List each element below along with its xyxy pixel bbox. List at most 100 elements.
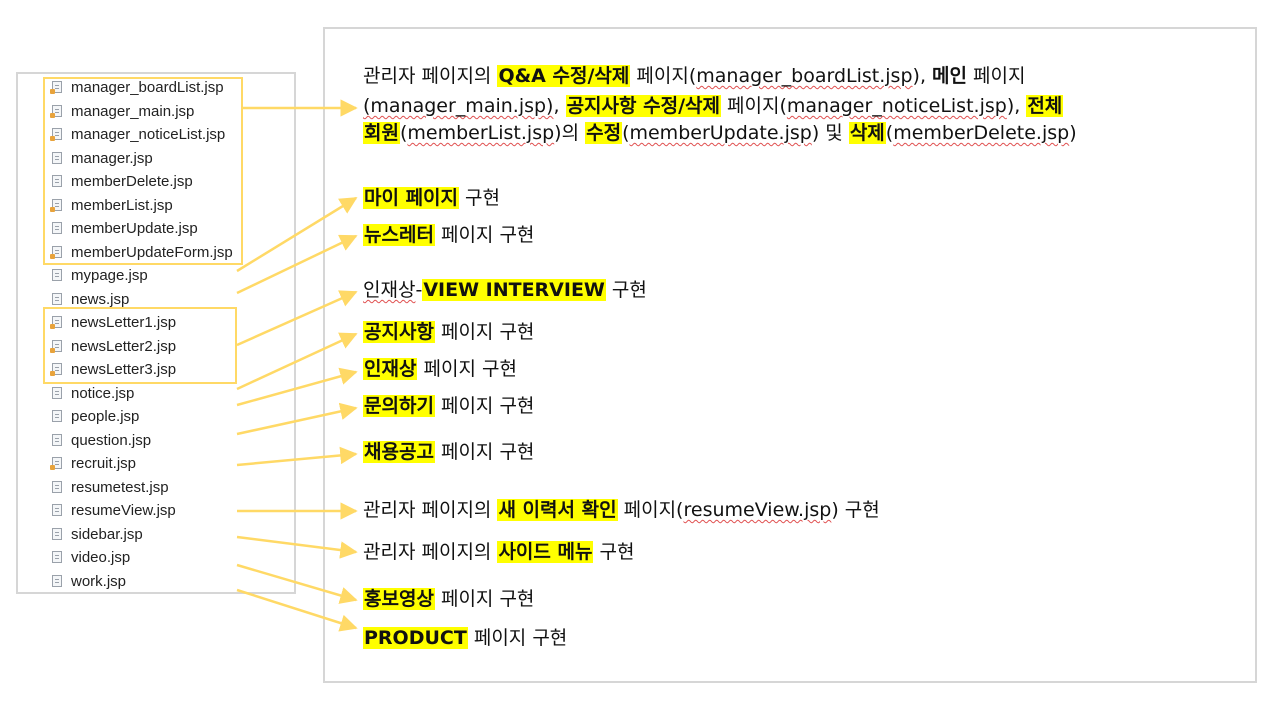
highlight-text: 공지사항 수정/삭제 xyxy=(565,95,721,117)
description-newsletter: 뉴스레터 페이지 구현 xyxy=(363,223,534,247)
file-item[interactable]: recruit.jsp xyxy=(50,453,136,475)
file-name: memberList.jsp xyxy=(71,196,173,214)
file-name: newsLetter1.jsp xyxy=(71,314,177,331)
file-item[interactable]: mypage.jsp xyxy=(52,265,148,287)
file-name: memberDelete.jsp xyxy=(71,173,193,190)
text-segment: (manager_main.jsp) xyxy=(363,95,554,117)
modified-jsp-file-icon xyxy=(50,363,62,376)
modified-jsp-file-icon xyxy=(50,198,62,212)
modified-jsp-file-icon xyxy=(50,128,62,141)
text-segment: 구현 xyxy=(605,279,647,301)
file-item[interactable]: newsLetter1.jsp xyxy=(50,312,177,334)
text-segment: memberDelete.jsp xyxy=(893,122,1070,144)
file-name: sidebar.jsp xyxy=(71,525,143,543)
description-people: 인재상 페이지 구현 xyxy=(363,357,517,381)
text-segment: 페이지 구현 xyxy=(417,358,517,380)
file-item[interactable]: news.jsp xyxy=(52,289,129,311)
text-segment: resumeView.jsp xyxy=(683,499,832,521)
file-item[interactable]: manager.jsp xyxy=(52,148,153,170)
description-recruit: 채용공고 페이지 구현 xyxy=(363,440,534,464)
file-item[interactable]: manager_main.jsp xyxy=(50,101,194,123)
description-sidebar: 관리자 페이지의 사이드 메뉴 구현 xyxy=(363,540,634,564)
modified-jsp-file-icon xyxy=(50,339,62,353)
file-item[interactable]: newsLetter2.jsp xyxy=(50,336,176,358)
highlight-text: 회원 xyxy=(363,122,400,144)
file-name: resumetest.jsp xyxy=(71,478,169,496)
highlight-text: 삭제 xyxy=(848,122,886,144)
highlight-text: 문의하기 xyxy=(363,395,435,417)
jsp-file-icon xyxy=(52,410,62,422)
file-name: manager_boardList.jsp xyxy=(71,79,224,96)
text-segment: 페이지 구현 xyxy=(434,588,535,610)
file-name: memberUpdate.jsp xyxy=(71,220,198,237)
highlight-text: VIEW INTERVIEW xyxy=(422,279,606,301)
jsp-file-icon xyxy=(52,551,62,563)
highlight-text: 새 이력서 확인 xyxy=(497,499,618,521)
file-item[interactable]: newsLetter3.jsp xyxy=(50,359,177,381)
text-segment: manager_boardList.jsp xyxy=(696,65,913,87)
text-segment: manager_noticeList.jsp xyxy=(786,95,1007,117)
file-item[interactable]: notice.jsp xyxy=(52,383,134,405)
text-segment: 페이지 구현 xyxy=(434,395,535,417)
highlight-text: 홍보영상 xyxy=(363,588,435,610)
file-name: people.jsp xyxy=(71,408,140,425)
text-segment: ) xyxy=(1069,122,1077,144)
file-item[interactable]: work.jsp xyxy=(52,571,126,593)
file-name: work.jsp xyxy=(71,572,127,590)
jsp-file-icon xyxy=(52,222,62,234)
file-name: resumeView.jsp xyxy=(71,502,176,519)
file-item[interactable]: memberDelete.jsp xyxy=(52,171,193,193)
jsp-file-icon xyxy=(52,151,62,164)
modified-jsp-file-icon xyxy=(50,104,62,118)
text-segment: memberUpdate.jsp xyxy=(629,122,812,144)
highlight-text: 사이드 메뉴 xyxy=(497,541,594,563)
file-item[interactable]: sidebar.jsp xyxy=(52,524,143,546)
jsp-file-icon xyxy=(52,175,62,187)
description-manager-line-1: 관리자 페이지의 Q&A 수정/삭제 페이지(manager_boardList… xyxy=(363,64,1025,88)
file-item[interactable]: people.jsp xyxy=(52,406,139,428)
description-question: 문의하기 페이지 구현 xyxy=(363,394,534,418)
jsp-file-icon xyxy=(52,574,62,587)
jsp-file-icon xyxy=(52,480,62,493)
description-mypage: 마이 페이지 구현 xyxy=(363,186,500,210)
text-segment: , xyxy=(553,95,566,117)
text-segment: 페이지 구현 xyxy=(434,224,535,246)
file-name: newsLetter3.jsp xyxy=(71,361,177,378)
file-item[interactable]: memberUpdate.jsp xyxy=(52,218,198,240)
description-interview: 인재상-VIEW INTERVIEW 구현 xyxy=(363,278,647,302)
description-resume: 관리자 페이지의 새 이력서 확인 페이지(resumeView.jsp) 구현 xyxy=(363,498,880,522)
text-segment: ) 및 xyxy=(811,122,849,144)
file-item[interactable]: manager_noticeList.jsp xyxy=(50,124,226,146)
file-name: video.jsp xyxy=(71,549,131,566)
jsp-file-icon xyxy=(52,504,62,516)
file-name: memberUpdateForm.jsp xyxy=(71,243,233,261)
file-name: manager_noticeList.jsp xyxy=(71,126,226,143)
highlight-text: Q&A 수정/삭제 xyxy=(497,65,631,87)
description-product: PRODUCT 페이지 구현 xyxy=(363,626,567,650)
file-item[interactable]: resumetest.jsp xyxy=(52,477,169,499)
text-segment: memberList.jsp xyxy=(407,122,555,144)
text-segment: ), xyxy=(912,65,933,87)
file-item[interactable]: video.jsp xyxy=(52,547,130,569)
text-segment: 메인 xyxy=(932,65,967,87)
text-segment: )의 xyxy=(554,122,586,144)
file-name: news.jsp xyxy=(71,290,130,308)
highlight-text: 수정 xyxy=(585,122,623,144)
highlight-text: 채용공고 xyxy=(363,441,435,463)
file-item[interactable]: manager_boardList.jsp xyxy=(50,77,224,99)
file-item[interactable]: question.jsp xyxy=(52,430,151,452)
text-segment: ), xyxy=(1006,95,1027,117)
file-item[interactable]: memberUpdateForm.jsp xyxy=(50,242,233,264)
file-item[interactable]: memberList.jsp xyxy=(50,195,173,217)
modified-jsp-file-icon xyxy=(50,245,62,259)
description-manager-line-3: 회원(memberList.jsp)의 수정(memberUpdate.jsp)… xyxy=(363,121,1077,145)
text-segment: 페이지( xyxy=(720,95,787,117)
highlight-text: 공지사항 xyxy=(363,321,435,343)
highlight-text: 뉴스레터 xyxy=(363,224,435,246)
file-item[interactable]: resumeView.jsp xyxy=(52,500,176,522)
text-segment: 페이지( xyxy=(617,499,684,521)
jsp-file-icon xyxy=(52,269,62,281)
highlight-text: 인재상 xyxy=(363,358,418,380)
text-segment: 관리자 페이지의 xyxy=(363,541,498,563)
text-segment: 페이지 구현 xyxy=(434,321,535,343)
